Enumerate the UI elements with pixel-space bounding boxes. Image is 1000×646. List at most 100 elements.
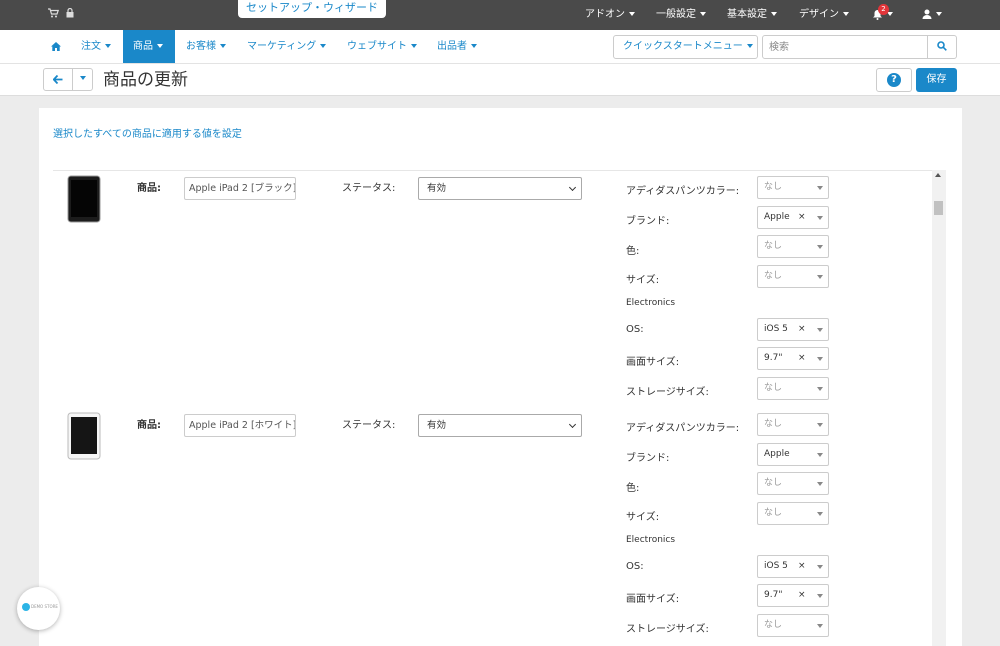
chevron-down-icon <box>771 12 777 16</box>
chevron-down-icon <box>817 624 823 628</box>
feature-value: Apple <box>764 449 790 459</box>
chevron-down-icon <box>79 76 86 80</box>
chevron-down-icon <box>936 12 942 16</box>
feature-select-storage-size[interactable]: なし <box>757 614 829 637</box>
feature-select-adidas-color[interactable]: なし <box>757 413 829 436</box>
feature-value: 9.7" <box>764 353 783 363</box>
feature-label-screen-size: 画面サイズ: <box>626 357 680 368</box>
feature-label-adidas-color: アディダスパンツカラー: <box>626 186 740 197</box>
clear-icon[interactable]: × <box>798 319 806 340</box>
product-label: 商品: <box>137 420 161 431</box>
menu-design-label: デザイン <box>799 9 839 20</box>
setup-wizard-link[interactable]: セットアップ・ウィザード <box>238 0 386 18</box>
feature-select-os[interactable]: iOS 5 × <box>757 555 829 578</box>
chat-widget[interactable]: DEMO STORE <box>17 587 60 630</box>
lock-icon[interactable] <box>66 7 74 21</box>
product-label: 商品: <box>137 183 161 194</box>
nav-orders[interactable]: 注文 <box>71 30 121 63</box>
product-name-input[interactable]: Apple iPad 2 [ブラック] <box>184 177 296 200</box>
feature-label-size: サイズ: <box>626 275 660 286</box>
feature-select-size[interactable]: なし <box>757 265 829 288</box>
feature-label-brand: ブランド: <box>626 216 670 227</box>
feature-select-color[interactable]: なし <box>757 235 829 258</box>
home-icon[interactable] <box>41 30 71 63</box>
save-button[interactable]: 保存 <box>916 68 957 92</box>
chevron-down-icon <box>817 357 823 361</box>
feature-select-storage-size[interactable]: なし <box>757 377 829 400</box>
back-button[interactable] <box>43 68 73 91</box>
status-value: 有効 <box>427 183 447 194</box>
clear-icon[interactable]: × <box>798 556 806 577</box>
chevron-down-icon <box>817 275 823 279</box>
chevron-down-icon <box>817 482 823 486</box>
clear-icon[interactable]: × <box>798 585 806 606</box>
product-name-input[interactable]: Apple iPad 2 [ホワイト] <box>184 414 296 437</box>
feature-select-screen-size[interactable]: 9.7" × <box>757 584 829 607</box>
notification-badge: 2 <box>878 4 889 15</box>
feature-select-color[interactable]: なし <box>757 472 829 495</box>
menu-design[interactable]: デザイン <box>799 0 849 30</box>
feature-label-os: OS: <box>626 324 644 335</box>
feature-select-os[interactable]: iOS 5 × <box>757 318 829 341</box>
feature-group-electronics: Electronics <box>626 298 676 308</box>
chevron-down-icon <box>817 453 823 457</box>
cart-icon[interactable] <box>48 8 60 21</box>
feature-value: iOS 5 <box>764 561 788 571</box>
nav-vendors-label: 出品者 <box>437 41 467 52</box>
scroll-up-icon[interactable] <box>935 173 941 177</box>
help-button[interactable]: ? <box>876 68 912 92</box>
question-icon: ? <box>887 73 901 87</box>
feature-value: なし <box>764 419 783 429</box>
nav-marketing[interactable]: マーケティング <box>237 30 336 63</box>
chat-logo-icon <box>22 603 30 611</box>
quickstart-menu-button[interactable]: クイックスタートメニュー <box>613 35 758 59</box>
feature-select-size[interactable]: なし <box>757 502 829 525</box>
feature-select-adidas-color[interactable]: なし <box>757 176 829 199</box>
chevron-down-icon <box>817 328 823 332</box>
nav-vendors[interactable]: 出品者 <box>427 30 487 63</box>
chevron-down-icon <box>471 44 477 48</box>
menu-general-settings[interactable]: 一般設定 <box>656 0 706 30</box>
chevron-down-icon <box>629 12 635 16</box>
chevron-down-icon <box>157 44 163 48</box>
menu-addons[interactable]: アドオン <box>585 0 635 30</box>
feature-label-adidas-color: アディダスパンツカラー: <box>626 423 740 434</box>
user-menu[interactable] <box>922 0 942 30</box>
arrow-left-icon <box>52 74 63 85</box>
chevron-down-icon <box>817 387 823 391</box>
chevron-down-icon <box>817 594 823 598</box>
nav-products[interactable]: 商品 <box>123 30 175 63</box>
feature-group-electronics: Electronics <box>626 535 676 545</box>
chevron-down-icon <box>568 420 577 429</box>
chevron-down-icon <box>320 44 327 48</box>
feature-label-color: 色: <box>626 483 640 494</box>
status-select[interactable]: 有効 <box>418 177 582 200</box>
product-list: 商品: Apple iPad 2 [ブラック] ステータス: 有効 アディダスパ… <box>53 170 946 646</box>
feature-select-brand[interactable]: Apple <box>757 443 829 466</box>
feature-label-storage-size: ストレージサイズ: <box>626 387 709 398</box>
product-row: 商品: Apple iPad 2 [ホワイト] ステータス: 有効 アディダスパ… <box>53 408 933 645</box>
menu-basic-settings[interactable]: 基本設定 <box>727 0 777 30</box>
feature-label-color: 色: <box>626 246 640 257</box>
nav-marketing-label: マーケティング <box>247 41 317 52</box>
feature-label-brand: ブランド: <box>626 453 670 464</box>
feature-select-brand[interactable]: Apple × <box>757 206 829 229</box>
feature-select-screen-size[interactable]: 9.7" × <box>757 347 829 370</box>
product-image[interactable] <box>67 175 101 223</box>
menu-basic-settings-label: 基本設定 <box>727 9 767 20</box>
search-input[interactable] <box>762 35 928 59</box>
feature-value: なし <box>764 271 783 281</box>
nav-website[interactable]: ウェブサイト <box>337 30 427 63</box>
nav-customers[interactable]: お客様 <box>176 30 236 63</box>
back-dropdown-button[interactable] <box>72 68 93 91</box>
product-image[interactable] <box>67 412 101 460</box>
apply-to-all-link[interactable]: 選択したすべての商品に適用する値を設定 <box>53 125 242 140</box>
scrollbar-thumb[interactable] <box>934 201 943 215</box>
feature-value: iOS 5 <box>764 324 788 334</box>
clear-icon[interactable]: × <box>798 207 806 228</box>
status-select[interactable]: 有効 <box>418 414 582 437</box>
scrollbar[interactable] <box>932 170 946 646</box>
user-icon <box>922 9 932 19</box>
search-button[interactable] <box>927 35 957 59</box>
clear-icon[interactable]: × <box>798 348 806 369</box>
